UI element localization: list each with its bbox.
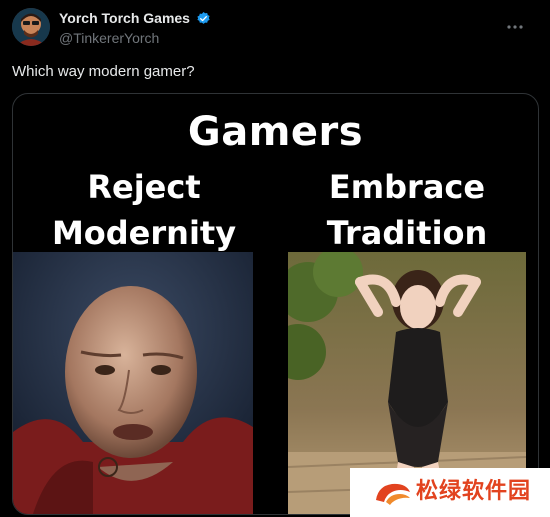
- meme-right-caption: Embrace Tradition: [326, 168, 488, 252]
- meme-title: Gamers: [187, 109, 364, 155]
- avatar[interactable]: [12, 8, 50, 46]
- tweet-text: Which way modern gamer?: [12, 63, 195, 80]
- meme-left-caption: Reject Modernity: [51, 168, 237, 252]
- author-display-name[interactable]: Yorch Torch Games: [59, 10, 190, 27]
- watermark-text: 松绿软件园: [416, 479, 532, 504]
- more-options-icon[interactable]: [506, 18, 524, 36]
- verified-badge-icon: [196, 11, 211, 26]
- tweet: Yorch Torch Games @TinkererYorch Which w…: [0, 0, 550, 517]
- watermark: 松绿软件园: [350, 468, 550, 517]
- author-handle[interactable]: @TinkererYorch: [59, 30, 211, 47]
- author-names: Yorch Torch Games @TinkererYorch: [59, 10, 211, 47]
- tweet-media-image[interactable]: Gamers Reject Modernity Embrace Traditio…: [12, 93, 539, 515]
- watermark-logo-icon: [372, 478, 414, 506]
- meme-left-image: [13, 252, 253, 514]
- tweet-header: Yorch Torch Games @TinkererYorch: [12, 8, 538, 48]
